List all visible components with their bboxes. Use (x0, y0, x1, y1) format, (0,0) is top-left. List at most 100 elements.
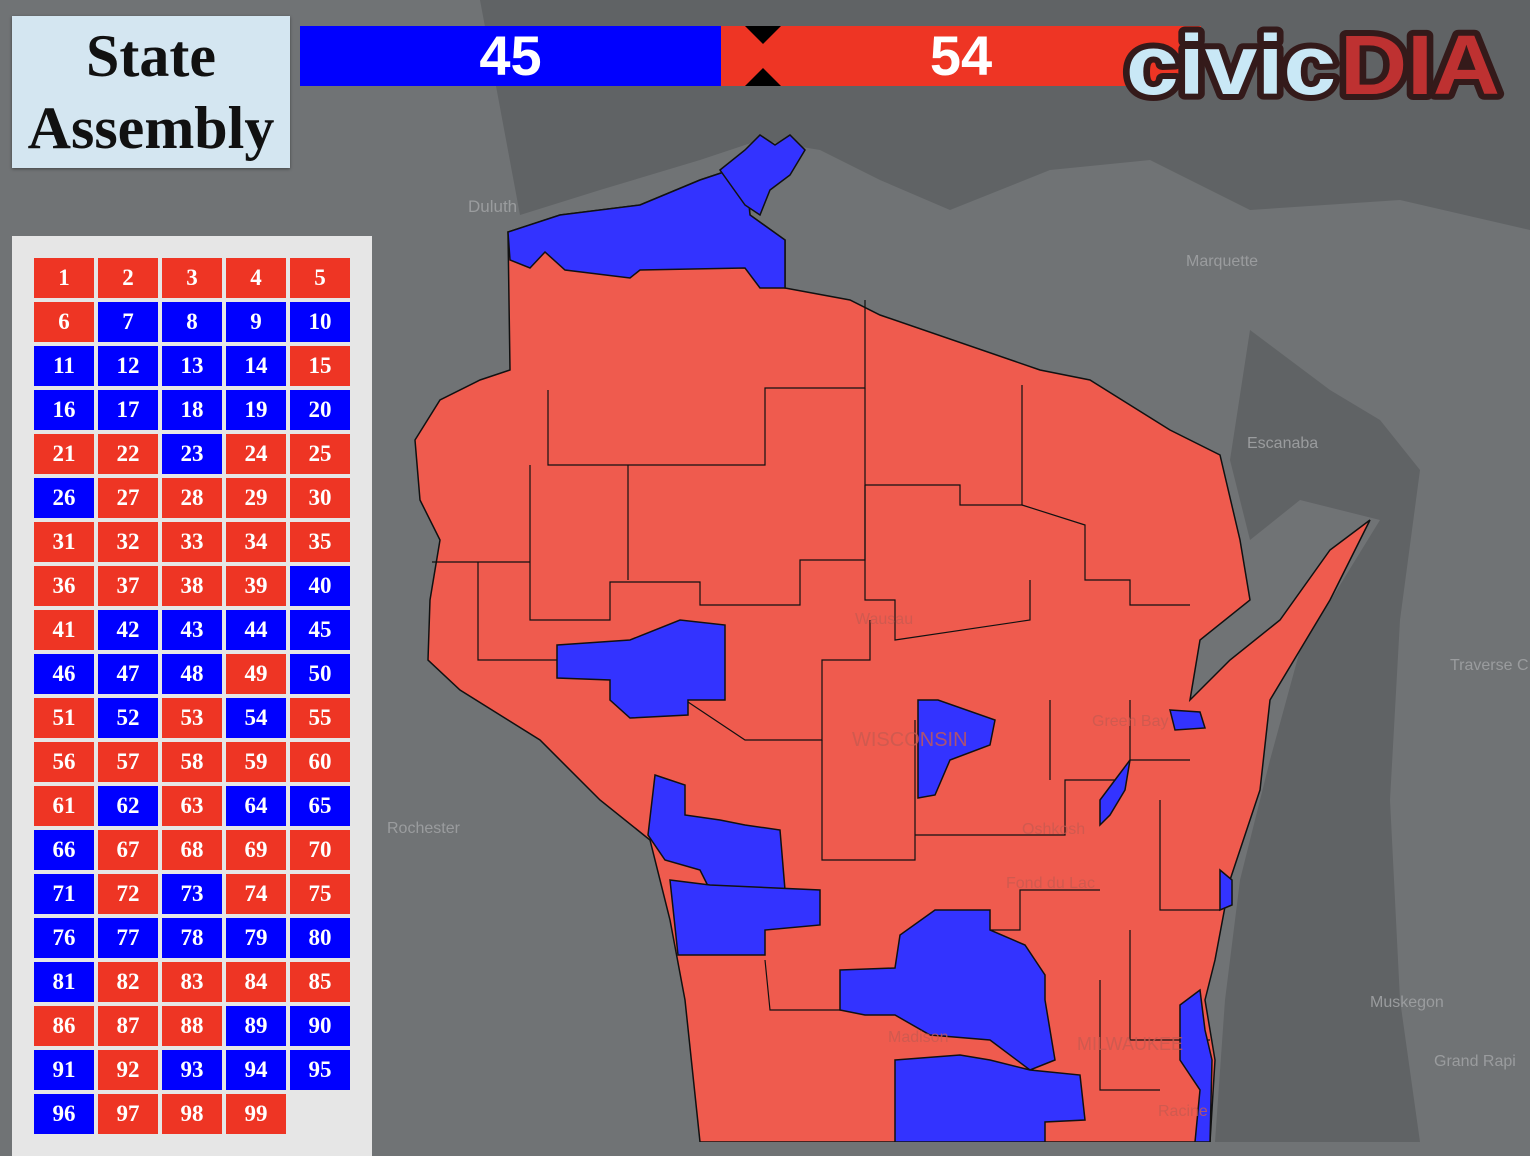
district-29-tile[interactable]: 29 (226, 478, 286, 518)
district-15-tile[interactable]: 15 (290, 346, 350, 386)
district-67-tile[interactable]: 67 (98, 830, 158, 870)
district-64-tile[interactable]: 64 (226, 786, 286, 826)
district-87-tile[interactable]: 87 (98, 1006, 158, 1046)
district-28-tile[interactable]: 28 (162, 478, 222, 518)
district-14-tile[interactable]: 14 (226, 346, 286, 386)
district-48-tile[interactable]: 48 (162, 654, 222, 694)
district-24-tile[interactable]: 24 (226, 434, 286, 474)
district-89-tile[interactable]: 89 (226, 1006, 286, 1046)
district-81-tile[interactable]: 81 (34, 962, 94, 1002)
district-96-tile[interactable]: 96 (34, 1094, 94, 1134)
district-75-tile[interactable]: 75 (290, 874, 350, 914)
district-44-tile[interactable]: 44 (226, 610, 286, 650)
district-98-tile[interactable]: 98 (162, 1094, 222, 1134)
district-83-tile[interactable]: 83 (162, 962, 222, 1002)
district-2-tile[interactable]: 2 (98, 258, 158, 298)
district-33-tile[interactable]: 33 (162, 522, 222, 562)
district-30-tile[interactable]: 30 (290, 478, 350, 518)
district-99-tile[interactable]: 99 (226, 1094, 286, 1134)
district-93-tile[interactable]: 93 (162, 1050, 222, 1090)
district-66-tile[interactable]: 66 (34, 830, 94, 870)
district-36-tile[interactable]: 36 (34, 566, 94, 606)
district-90-tile[interactable]: 90 (290, 1006, 350, 1046)
district-17-tile[interactable]: 17 (98, 390, 158, 430)
district-25-tile[interactable]: 25 (290, 434, 350, 474)
district-5-tile[interactable]: 5 (290, 258, 350, 298)
district-45-tile[interactable]: 45 (290, 610, 350, 650)
district-38-tile[interactable]: 38 (162, 566, 222, 606)
district-54-tile[interactable]: 54 (226, 698, 286, 738)
district-22-tile[interactable]: 22 (98, 434, 158, 474)
district-92-tile[interactable]: 92 (98, 1050, 158, 1090)
district-84-tile[interactable]: 84 (226, 962, 286, 1002)
district-13-tile[interactable]: 13 (162, 346, 222, 386)
district-57-tile[interactable]: 57 (98, 742, 158, 782)
district-43-tile[interactable]: 43 (162, 610, 222, 650)
district-39-tile[interactable]: 39 (226, 566, 286, 606)
district-1-tile[interactable]: 1 (34, 258, 94, 298)
district-7-tile[interactable]: 7 (98, 302, 158, 342)
district-62-tile[interactable]: 62 (98, 786, 158, 826)
district-19-tile[interactable]: 19 (226, 390, 286, 430)
district-77-tile[interactable]: 77 (98, 918, 158, 958)
district-86-tile[interactable]: 86 (34, 1006, 94, 1046)
district-63-tile[interactable]: 63 (162, 786, 222, 826)
district-31-tile[interactable]: 31 (34, 522, 94, 562)
district-70-tile[interactable]: 70 (290, 830, 350, 870)
district-11-tile[interactable]: 11 (34, 346, 94, 386)
district-72-tile[interactable]: 72 (98, 874, 158, 914)
district-18-tile[interactable]: 18 (162, 390, 222, 430)
district-59-tile[interactable]: 59 (226, 742, 286, 782)
district-21-tile[interactable]: 21 (34, 434, 94, 474)
district-47-tile[interactable]: 47 (98, 654, 158, 694)
district-94-tile[interactable]: 94 (226, 1050, 286, 1090)
district-79-tile[interactable]: 79 (226, 918, 286, 958)
district-4-tile[interactable]: 4 (226, 258, 286, 298)
district-26-tile[interactable]: 26 (34, 478, 94, 518)
district-42-tile[interactable]: 42 (98, 610, 158, 650)
district-49-tile[interactable]: 49 (226, 654, 286, 694)
district-40-tile[interactable]: 40 (290, 566, 350, 606)
district-82-tile[interactable]: 82 (98, 962, 158, 1002)
district-78-tile[interactable]: 78 (162, 918, 222, 958)
district-32-tile[interactable]: 32 (98, 522, 158, 562)
district-35-tile[interactable]: 35 (290, 522, 350, 562)
district-41-tile[interactable]: 41 (34, 610, 94, 650)
title-line-2: Assembly (27, 95, 275, 161)
district-88-tile[interactable]: 88 (162, 1006, 222, 1046)
district-60-tile[interactable]: 60 (290, 742, 350, 782)
district-20-tile[interactable]: 20 (290, 390, 350, 430)
district-69-tile[interactable]: 69 (226, 830, 286, 870)
district-12-tile[interactable]: 12 (98, 346, 158, 386)
district-91-tile[interactable]: 91 (34, 1050, 94, 1090)
district-74-tile[interactable]: 74 (226, 874, 286, 914)
district-53-tile[interactable]: 53 (162, 698, 222, 738)
district-58-tile[interactable]: 58 (162, 742, 222, 782)
district-46-tile[interactable]: 46 (34, 654, 94, 694)
district-97-tile[interactable]: 97 (98, 1094, 158, 1134)
district-80-tile[interactable]: 80 (290, 918, 350, 958)
district-51-tile[interactable]: 51 (34, 698, 94, 738)
district-8-tile[interactable]: 8 (162, 302, 222, 342)
district-76-tile[interactable]: 76 (34, 918, 94, 958)
district-71-tile[interactable]: 71 (34, 874, 94, 914)
district-23-tile[interactable]: 23 (162, 434, 222, 474)
district-73-tile[interactable]: 73 (162, 874, 222, 914)
district-56-tile[interactable]: 56 (34, 742, 94, 782)
district-9-tile[interactable]: 9 (226, 302, 286, 342)
district-55-tile[interactable]: 55 (290, 698, 350, 738)
district-61-tile[interactable]: 61 (34, 786, 94, 826)
district-10-tile[interactable]: 10 (290, 302, 350, 342)
district-50-tile[interactable]: 50 (290, 654, 350, 694)
district-27-tile[interactable]: 27 (98, 478, 158, 518)
district-37-tile[interactable]: 37 (98, 566, 158, 606)
district-68-tile[interactable]: 68 (162, 830, 222, 870)
district-95-tile[interactable]: 95 (290, 1050, 350, 1090)
district-3-tile[interactable]: 3 (162, 258, 222, 298)
district-34-tile[interactable]: 34 (226, 522, 286, 562)
district-16-tile[interactable]: 16 (34, 390, 94, 430)
district-6-tile[interactable]: 6 (34, 302, 94, 342)
district-65-tile[interactable]: 65 (290, 786, 350, 826)
district-85-tile[interactable]: 85 (290, 962, 350, 1002)
district-52-tile[interactable]: 52 (98, 698, 158, 738)
